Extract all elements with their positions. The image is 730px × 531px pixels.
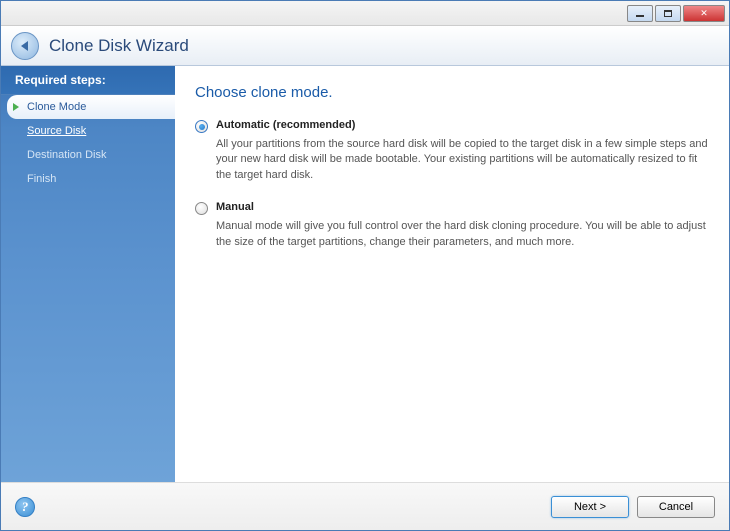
close-button[interactable]: ✕	[683, 5, 725, 22]
sidebar: Required steps: Clone Mode Source Disk D…	[1, 66, 175, 482]
sidebar-item-label: Source Disk	[27, 125, 86, 137]
option-automatic: Automatic (recommended) All your partiti…	[195, 119, 709, 183]
sidebar-item-label: Finish	[27, 173, 56, 185]
sidebar-item-destination-disk[interactable]: Destination Disk	[1, 143, 175, 167]
option-label-automatic[interactable]: Automatic (recommended)	[216, 119, 355, 131]
radio-automatic[interactable]	[195, 120, 208, 133]
minimize-button[interactable]	[627, 5, 653, 22]
option-row: Manual	[195, 201, 709, 215]
content-area: Required steps: Clone Mode Source Disk D…	[1, 66, 729, 482]
help-icon: ?	[22, 499, 29, 515]
sidebar-item-clone-mode[interactable]: Clone Mode	[7, 95, 175, 119]
footer-buttons: Next > Cancel	[551, 496, 715, 518]
sidebar-item-label: Destination Disk	[27, 149, 106, 161]
option-description-manual: Manual mode will give you full control o…	[216, 219, 709, 250]
help-button[interactable]: ?	[15, 497, 35, 517]
next-button[interactable]: Next >	[551, 496, 629, 518]
page-heading: Choose clone mode.	[195, 84, 709, 101]
option-description-automatic: All your partitions from the source hard…	[216, 137, 709, 183]
sidebar-item-finish[interactable]: Finish	[1, 167, 175, 191]
maximize-button[interactable]	[655, 5, 681, 22]
cancel-button[interactable]: Cancel	[637, 496, 715, 518]
sidebar-header: Required steps:	[1, 66, 175, 95]
radio-manual[interactable]	[195, 202, 208, 215]
footer: ? Next > Cancel	[1, 482, 729, 530]
option-label-manual[interactable]: Manual	[216, 201, 254, 213]
sidebar-item-label: Clone Mode	[27, 101, 86, 113]
window-title: Clone Disk Wizard	[49, 36, 189, 56]
back-arrow-icon	[21, 41, 28, 51]
header: Clone Disk Wizard	[1, 26, 729, 66]
option-row: Automatic (recommended)	[195, 119, 709, 133]
titlebar: ✕	[1, 1, 729, 26]
wizard-window: ✕ Clone Disk Wizard Required steps: Clon…	[0, 0, 730, 531]
sidebar-item-source-disk[interactable]: Source Disk	[1, 119, 175, 143]
back-button[interactable]	[11, 32, 39, 60]
main-panel: Choose clone mode. Automatic (recommende…	[175, 66, 729, 482]
option-manual: Manual Manual mode will give you full co…	[195, 201, 709, 250]
